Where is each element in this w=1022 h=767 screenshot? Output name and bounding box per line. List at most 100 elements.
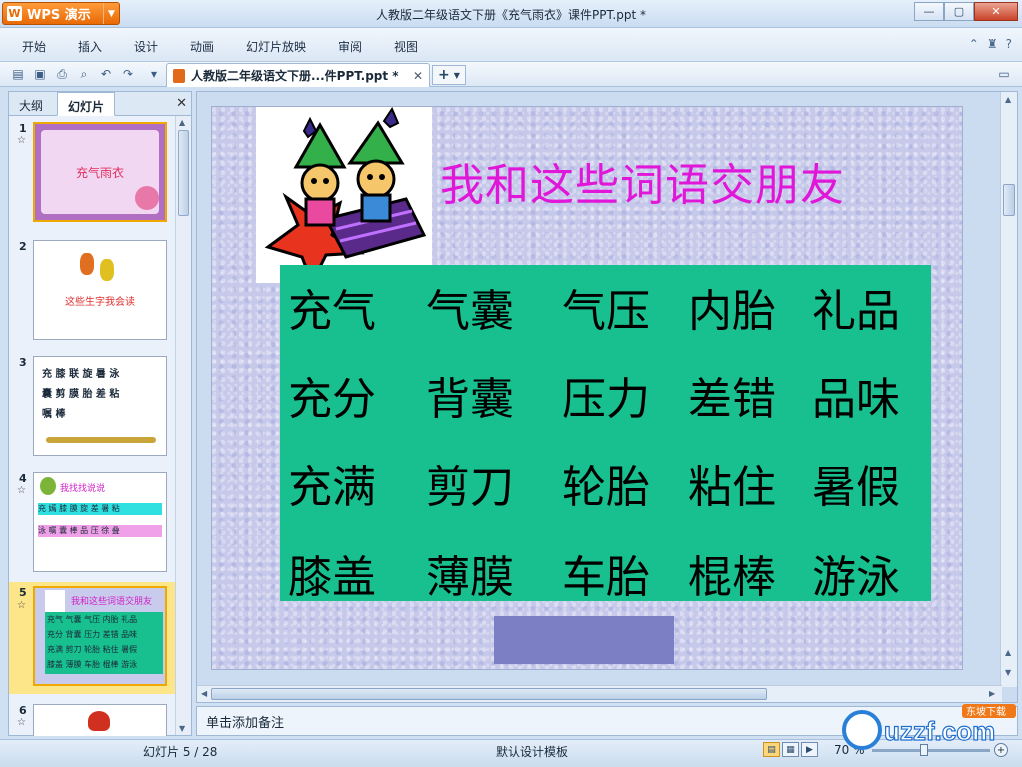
star-icon: ☆	[17, 485, 26, 496]
word-cell: 压力	[562, 374, 650, 425]
thumb-text: 充 膝 联 旋 暑 泳 囊 剪 膜 胎 差 粘 嘱 棒	[42, 365, 119, 425]
thumb-number: 1	[19, 122, 27, 135]
wps-logo-icon: W	[7, 6, 22, 21]
collapse-ribbon-icon[interactable]: ⌃	[969, 37, 979, 51]
purple-rectangle-shape[interactable]	[494, 616, 674, 664]
thumb-title: 充气雨衣	[75, 166, 124, 180]
thumb-title: 我和这些词语交朋友	[71, 597, 153, 607]
word-cell: 充分	[288, 374, 376, 425]
thumb-preview	[33, 704, 167, 736]
menu-animation[interactable]: 动画	[190, 38, 214, 55]
thumb-line: 充分 背囊 压力 差错 品味	[47, 630, 138, 639]
tab-slides[interactable]: 幻灯片	[57, 92, 116, 116]
scroll-down-icon[interactable]: ▼	[179, 724, 185, 733]
menu-slideshow[interactable]: 幻灯片放映	[246, 38, 306, 55]
view-switcher: ▤ ▦ ▶	[763, 742, 818, 757]
skin-icon[interactable]: ♜	[987, 37, 998, 51]
undo-icon[interactable]: ↶	[98, 66, 114, 82]
app-menu-button[interactable]: W WPS 演示 ▼	[2, 2, 120, 25]
menubar-right-tools: ⌃ ♜ ?	[969, 37, 1012, 51]
word-cell: 气压	[562, 286, 650, 337]
save-icon[interactable]: ▣	[32, 66, 48, 82]
close-button[interactable]: ✕	[974, 2, 1018, 21]
open-folder-icon[interactable]: ▤	[10, 66, 26, 82]
toolbar-dropdown-icon[interactable]: ▾	[146, 66, 162, 82]
window-title: 人教版二年级语文下册《充气雨衣》课件PPT.ppt *	[376, 8, 646, 22]
new-tab-button[interactable]: + ▼	[432, 65, 466, 85]
word-cell: 游泳	[812, 552, 900, 603]
scroll-right-icon[interactable]: ▶	[989, 689, 995, 698]
word-cell: 粘住	[688, 462, 776, 513]
minimize-button[interactable]: —	[914, 2, 944, 21]
menu-design[interactable]: 设计	[134, 38, 158, 55]
notes-placeholder: 单击添加备注	[206, 716, 285, 731]
slide-thumbnail-2[interactable]: 2 这些生字我会读	[9, 240, 175, 340]
slide-thumbnail-1[interactable]: 1 ☆ 充气雨衣	[9, 122, 175, 230]
word-cell: 差错	[688, 374, 776, 425]
word-cell: 内胎	[688, 286, 776, 337]
next-slide-icon[interactable]: ▼	[1005, 668, 1011, 677]
prev-slide-icon[interactable]: ▲	[1005, 648, 1011, 657]
close-panel-icon[interactable]: ✕	[176, 96, 187, 111]
kids-on-star-illustration	[264, 106, 427, 287]
menu-bar: 开始 插入 设计 动画 幻灯片放映 审阅 视图 ⌃ ♜ ?	[0, 28, 1022, 62]
close-tab-icon[interactable]: ✕	[413, 69, 423, 83]
scroll-left-icon[interactable]: ◀	[201, 689, 207, 698]
thumb-preview: 我和这些词语交朋友 充气 气囊 气压 内胎 礼品 充分 背囊 压力 差错 品味 …	[33, 586, 167, 686]
star-icon: ☆	[17, 717, 26, 728]
thumb-title: 这些生字我会读	[65, 297, 135, 308]
quick-toolbar: ▤ ▣ ⎙ ⌕ ↶ ↷ ▾ 人教版二年级语文下册...件PPT.ppt * ✕ …	[0, 62, 1022, 87]
thumb-preview: 充气雨衣	[33, 122, 167, 222]
ppt-file-icon	[173, 68, 185, 83]
slide-thumbnail-3[interactable]: 3 充 膝 联 旋 暑 泳 囊 剪 膜 胎 差 粘 嘱 棒	[9, 356, 175, 456]
vertical-scrollbar[interactable]: ▲ ▲ ▼	[1000, 92, 1017, 687]
menu-home[interactable]: 开始	[22, 38, 46, 55]
slide-title[interactable]: 我和这些词语交朋友	[440, 149, 845, 213]
document-tab-label: 人教版二年级语文下册...件PPT.ppt *	[191, 69, 399, 83]
scroll-thumb[interactable]	[211, 688, 767, 700]
panel-tabs: 大纲 幻灯片 ✕	[9, 92, 191, 116]
watermark-tag: 东坡下载	[966, 705, 1006, 718]
panel-scrollbar[interactable]: ▲ ▼	[175, 116, 191, 735]
slide-canvas[interactable]: 我和这些词语交朋友 充气 气囊 气压 内胎 礼品 充分 背囊 压力 差错 品味 …	[212, 106, 962, 669]
redo-icon[interactable]: ↷	[120, 66, 136, 82]
thumb-line: 充 嫣 膝 膜 旋 差 暑 粘	[38, 503, 162, 515]
menu-insert[interactable]: 插入	[78, 38, 102, 55]
maximize-button[interactable]: ▢	[944, 2, 974, 21]
word-cell: 充气	[288, 286, 376, 337]
word-cell: 棍棒	[688, 552, 776, 603]
scroll-thumb[interactable]	[178, 130, 189, 216]
menu-view[interactable]: 视图	[394, 38, 418, 55]
word-cell: 车胎	[562, 552, 650, 603]
thumb-preview: 这些生字我会读	[33, 240, 167, 340]
thumb-line: 充气 气囊 气压 内胎 礼品	[47, 615, 138, 624]
normal-view-button[interactable]: ▤	[763, 742, 780, 757]
scroll-up-icon[interactable]: ▲	[1005, 95, 1011, 104]
restore-layout-icon[interactable]: ▭	[996, 66, 1012, 82]
word-cell: 轮胎	[562, 462, 650, 513]
tab-outline[interactable]: 大纲	[9, 92, 53, 116]
kids-clipart-image[interactable]	[256, 106, 432, 287]
slide-editor: 我和这些词语交朋友 充气 气囊 气压 内胎 礼品 充分 背囊 压力 差错 品味 …	[196, 91, 1018, 703]
sorter-view-button[interactable]: ▦	[782, 742, 799, 757]
star-icon: ☆	[17, 600, 26, 611]
print-preview-icon[interactable]: ⌕	[76, 66, 92, 82]
slide-thumbnail-4[interactable]: 4 ☆ 我找找说说 充 嫣 膝 膜 旋 差 暑 粘 泳 嘱 囊 棒 品 压 徐 …	[9, 472, 175, 572]
print-icon[interactable]: ⎙	[54, 66, 70, 82]
thumb-title: 我找找说说	[60, 484, 106, 494]
star-icon: ☆	[17, 135, 26, 146]
scroll-thumb[interactable]	[1003, 184, 1015, 216]
slideshow-view-button[interactable]: ▶	[801, 742, 818, 757]
vocabulary-grid[interactable]: 充气 气囊 气压 内胎 礼品 充分 背囊 压力 差错 品味 充满 剪刀 轮胎 粘…	[280, 265, 931, 603]
thumb-word-grid: 充气 气囊 气压 内胎 礼品 充分 背囊 压力 差错 品味 充满 剪刀 轮胎 粘…	[45, 612, 163, 674]
help-icon[interactable]: ?	[1006, 37, 1012, 51]
menu-review[interactable]: 审阅	[338, 38, 362, 55]
scroll-up-icon[interactable]: ▲	[179, 118, 185, 127]
slide-thumbnail-6[interactable]: 6 ☆	[9, 704, 175, 736]
app-name: WPS 演示	[27, 8, 91, 23]
document-tab[interactable]: 人教版二年级语文下册...件PPT.ppt * ✕	[166, 63, 430, 87]
title-bar: W WPS 演示 ▼ 人教版二年级语文下册《充气雨衣》课件PPT.ppt * —…	[0, 0, 1022, 28]
thumb-line: 泳 嘱 囊 棒 品 压 徐 叠	[38, 525, 162, 537]
word-cell: 剪刀	[426, 462, 514, 513]
slide-thumbnail-5[interactable]: 5 ☆ 我和这些词语交朋友 充气 气囊 气压 内胎 礼品 充分 背囊 压力 差错…	[9, 582, 175, 694]
